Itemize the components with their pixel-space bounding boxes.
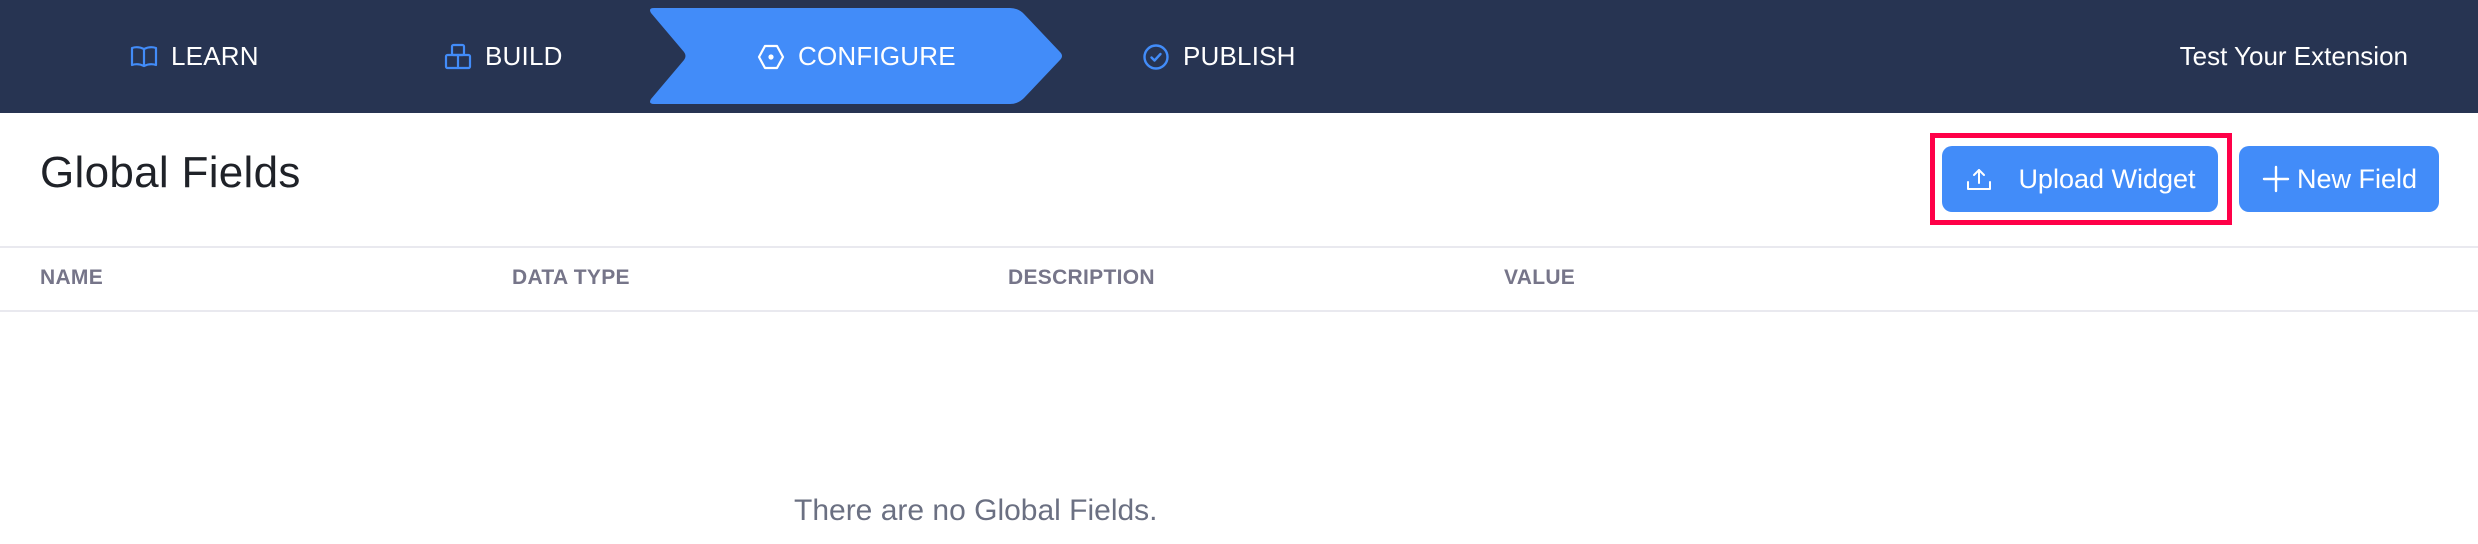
step-learn-label: LEARN [171, 41, 259, 71]
table-top-divider [0, 246, 2478, 248]
book-icon [129, 42, 159, 72]
upload-icon [1964, 164, 1994, 194]
upload-widget-button[interactable]: Upload Widget [1942, 146, 2218, 212]
step-configure-label: CONFIGURE [798, 41, 956, 71]
step-publish[interactable]: PUBLISH [1141, 0, 1296, 113]
step-build[interactable]: BUILD [443, 0, 563, 113]
blocks-icon [443, 42, 473, 72]
top-navigation-bar: LEARN BUILD CONFIGURE PUBLISH Test Your … [0, 0, 2478, 113]
check-circle-icon [1141, 42, 1171, 72]
column-header-data-type[interactable]: DATA TYPE [512, 266, 630, 290]
step-learn[interactable]: LEARN [129, 0, 259, 113]
table-header-divider [0, 310, 2478, 312]
test-your-extension-link[interactable]: Test Your Extension [2180, 0, 2408, 113]
plus-icon [2261, 164, 2291, 194]
empty-state-message: There are no Global Fields. [794, 494, 1158, 527]
new-field-button[interactable]: New Field [2239, 146, 2439, 212]
column-header-value[interactable]: VALUE [1504, 266, 1575, 290]
upload-widget-label: Upload Widget [2018, 163, 2196, 194]
step-configure[interactable]: CONFIGURE [756, 0, 956, 113]
hexagon-icon [756, 42, 786, 72]
step-build-label: BUILD [485, 41, 563, 71]
step-publish-label: PUBLISH [1183, 41, 1296, 71]
page-title: Global Fields [40, 148, 301, 197]
new-field-label: New Field [2296, 163, 2418, 194]
column-header-name[interactable]: NAME [40, 266, 103, 290]
column-header-description[interactable]: DESCRIPTION [1008, 266, 1155, 290]
